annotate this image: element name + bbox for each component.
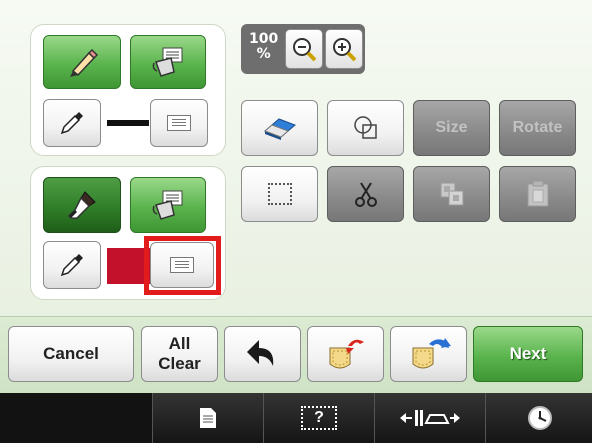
line-eyedropper-button[interactable] bbox=[43, 99, 101, 147]
copy-icon bbox=[440, 182, 463, 206]
region-fill-bucket-button[interactable] bbox=[130, 177, 206, 233]
list-icon bbox=[167, 115, 191, 131]
eraser-icon bbox=[263, 118, 296, 140]
line-fill-bucket-button[interactable] bbox=[130, 35, 206, 89]
pocket-next-button[interactable] bbox=[390, 326, 467, 382]
all-clear-label-line2: Clear bbox=[158, 354, 201, 373]
next-button[interactable]: Next bbox=[473, 326, 583, 382]
pocket-prev-button[interactable] bbox=[307, 326, 384, 382]
copy-button[interactable] bbox=[413, 166, 490, 222]
clock-button[interactable] bbox=[485, 393, 592, 443]
presser-foot-button[interactable] bbox=[374, 393, 485, 443]
zoom-out-button[interactable] bbox=[285, 29, 323, 69]
size-button[interactable]: Size bbox=[413, 100, 490, 156]
clock-icon bbox=[527, 406, 552, 430]
all-clear-button[interactable]: All Clear bbox=[141, 326, 218, 382]
document-icon bbox=[200, 408, 216, 428]
rotate-label: Rotate bbox=[512, 119, 563, 136]
cut-button[interactable] bbox=[327, 166, 404, 222]
line-color-swatch bbox=[107, 120, 149, 126]
eraser-button[interactable] bbox=[241, 100, 318, 156]
help-icon: ? bbox=[301, 406, 337, 430]
scissors-icon bbox=[354, 182, 377, 207]
paint-bucket-icon bbox=[152, 47, 183, 77]
shape-select-icon bbox=[353, 116, 377, 139]
status-empty-cell bbox=[0, 393, 150, 443]
zoom-in-icon bbox=[333, 38, 357, 62]
presser-foot-arrows-icon bbox=[400, 410, 460, 426]
cancel-button[interactable]: Cancel bbox=[8, 326, 134, 382]
embroidery-edit-screen: 100 % Size Rotate Cancel All Clear Next … bbox=[0, 0, 592, 443]
document-button[interactable] bbox=[152, 393, 263, 443]
undo-arrow-icon bbox=[246, 340, 273, 366]
pocket-blue-arrow-icon bbox=[412, 338, 451, 369]
zoom-in-button[interactable] bbox=[325, 29, 363, 69]
zoom-out-icon bbox=[293, 38, 317, 62]
rectangle-select-button[interactable] bbox=[241, 166, 318, 222]
paste-button[interactable] bbox=[499, 166, 576, 222]
status-bar: ? bbox=[0, 393, 592, 443]
paste-icon bbox=[527, 180, 548, 207]
highlight-box bbox=[144, 236, 221, 295]
region-brush-button[interactable] bbox=[43, 177, 121, 233]
eyedropper-icon bbox=[60, 112, 83, 135]
rotate-button[interactable]: Rotate bbox=[499, 100, 576, 156]
line-draw-button[interactable] bbox=[43, 35, 121, 89]
select-shape-button[interactable] bbox=[327, 100, 404, 156]
cancel-label: Cancel bbox=[43, 344, 99, 363]
zoom-level: 100 % bbox=[249, 31, 279, 62]
zoom-control: 100 % bbox=[241, 24, 365, 74]
dashed-select-icon bbox=[267, 183, 292, 205]
region-eyedropper-button[interactable] bbox=[43, 241, 101, 289]
line-style-button[interactable] bbox=[150, 99, 208, 147]
brush-icon bbox=[68, 191, 96, 219]
next-label: Next bbox=[509, 344, 547, 363]
pencil-icon bbox=[70, 48, 99, 77]
size-label: Size bbox=[435, 119, 468, 136]
all-clear-label-line1: All bbox=[168, 334, 191, 353]
paint-bucket-icon bbox=[152, 190, 183, 220]
help-button[interactable]: ? bbox=[263, 393, 374, 443]
undo-button[interactable] bbox=[224, 326, 301, 382]
pocket-red-arrow-icon bbox=[329, 339, 364, 369]
eyedropper-icon bbox=[60, 254, 83, 277]
